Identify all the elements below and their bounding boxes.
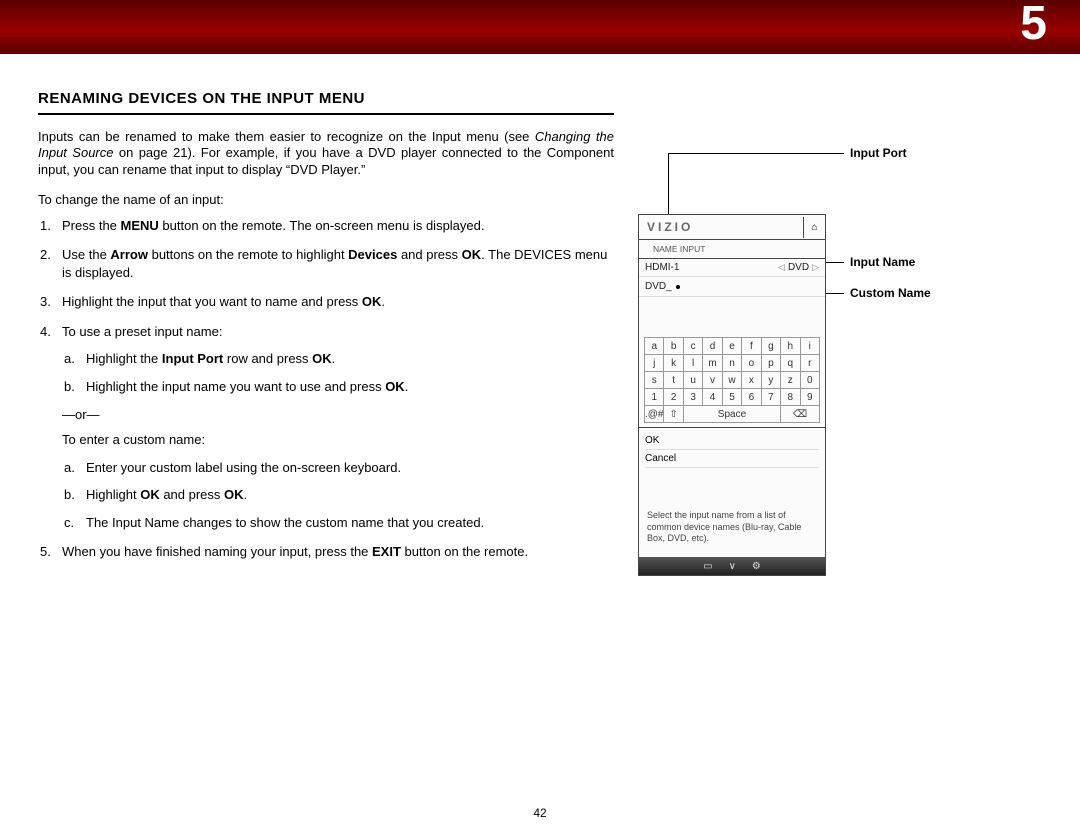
kbd-key: g xyxy=(761,338,780,355)
kbd-key: n xyxy=(722,355,741,372)
substep: Enter your custom label using the on-scr… xyxy=(62,459,614,477)
osd-ok: OK xyxy=(645,432,819,450)
callout-input-port: Input Port xyxy=(850,146,907,160)
callout-line xyxy=(668,153,669,215)
kbd-key: y xyxy=(761,372,780,389)
arrow-left-icon: ◁ xyxy=(778,262,785,273)
kbd-key: a xyxy=(645,338,664,355)
kbd-key: o xyxy=(742,355,761,372)
kbd-key: 3 xyxy=(683,389,702,406)
chapter-header: 5 xyxy=(0,0,1080,54)
step: Use the Arrow buttons on the remote to h… xyxy=(38,246,614,281)
wide-icon: ▭ xyxy=(703,561,712,572)
kbd-key: d xyxy=(703,338,722,355)
home-icon: ⌂ xyxy=(803,217,825,238)
osd-input-port-row: HDMI-1 ◁ DVD ▷ xyxy=(639,259,825,277)
osd-port-value: DVD xyxy=(788,262,809,273)
kbd-key: 5 xyxy=(722,389,741,406)
chapter-number: 5 xyxy=(1020,0,1048,51)
section-title: RENAMING DEVICES ON THE INPUT MENU xyxy=(38,90,614,107)
step: To use a preset input name: Highlight th… xyxy=(38,323,614,531)
kbd-key: i xyxy=(800,338,820,355)
intro-text: Inputs can be renamed to make them easie… xyxy=(38,129,535,144)
osd-custom-name-row: DVD_ xyxy=(639,277,825,297)
kbd-key: h xyxy=(781,338,800,355)
kbd-key: r xyxy=(800,355,820,372)
chevron-down-icon: ∨ xyxy=(729,561,736,572)
osd-titlebar: VIZIO ⌂ xyxy=(639,215,825,240)
or-separator: —or— xyxy=(62,406,614,424)
arrow-right-icon: ▷ xyxy=(812,262,819,273)
osd-keyboard: abcdefghi jklmnopqr stuvwxyz0 123456789 … xyxy=(644,337,820,423)
kbd-key: 0 xyxy=(800,372,820,389)
kbd-row: abcdefghi xyxy=(645,338,820,355)
kbd-symbols-key: .@# xyxy=(645,406,664,423)
kbd-key: 1 xyxy=(645,389,664,406)
text-column: RENAMING DEVICES ON THE INPUT MENU Input… xyxy=(38,90,626,573)
kbd-key: b xyxy=(664,338,683,355)
kbd-key: 6 xyxy=(742,389,761,406)
step: When you have finished naming your input… xyxy=(38,543,614,561)
kbd-key: e xyxy=(722,338,741,355)
substep: Highlight the Input Port row and press O… xyxy=(62,350,614,368)
kbd-key: q xyxy=(781,355,800,372)
substep: Highlight the input name you want to use… xyxy=(62,378,614,396)
callout-line xyxy=(668,153,844,154)
kbd-key: 7 xyxy=(761,389,780,406)
kbd-shift-key: ⇧ xyxy=(664,406,683,423)
page-number: 42 xyxy=(0,806,1080,820)
kbd-row: stuvwxyz0 xyxy=(645,372,820,389)
kbd-row: 123456789 xyxy=(645,389,820,406)
kbd-space-key: Space xyxy=(683,406,780,423)
kbd-key: 2 xyxy=(664,389,683,406)
kbd-key: l xyxy=(683,355,702,372)
osd-hint: Select the input name from a list of com… xyxy=(639,472,825,557)
kbd-key: u xyxy=(683,372,702,389)
step: Press the MENU button on the remote. The… xyxy=(38,217,614,235)
osd-actions: OK Cancel xyxy=(639,427,825,472)
section-rule xyxy=(38,113,614,115)
substeps: Highlight the Input Port row and press O… xyxy=(62,350,614,395)
kbd-key: x xyxy=(742,372,761,389)
kbd-backspace-key: ⌫ xyxy=(781,406,820,423)
kbd-key: c xyxy=(683,338,702,355)
kbd-key: t xyxy=(664,372,683,389)
kbd-key: 9 xyxy=(800,389,820,406)
kbd-key: w xyxy=(722,372,741,389)
callout-marker-icon xyxy=(676,285,680,289)
kbd-key: z xyxy=(781,372,800,389)
gear-icon: ⚙ xyxy=(752,561,761,572)
kbd-key: j xyxy=(645,355,664,372)
osd-menu: VIZIO ⌂ NAME INPUT HDMI-1 ◁ DVD ▷ DVD_ a… xyxy=(638,214,826,576)
procedure-lead: To change the name of an input: xyxy=(38,192,614,207)
kbd-key: p xyxy=(761,355,780,372)
kbd-row: .@# ⇧ Space ⌫ xyxy=(645,406,820,423)
kbd-key: v xyxy=(703,372,722,389)
osd-brand: VIZIO xyxy=(639,215,803,239)
step: Highlight the input that you want to nam… xyxy=(38,293,614,311)
osd-breadcrumb: NAME INPUT xyxy=(639,240,825,259)
kbd-key: 8 xyxy=(781,389,800,406)
custom-name-lead: To enter a custom name: xyxy=(62,431,614,449)
substeps: Enter your custom label using the on-scr… xyxy=(62,459,614,532)
substep: The Input Name changes to show the custo… xyxy=(62,514,614,532)
osd-custom-value: DVD_ xyxy=(645,281,672,292)
osd-footer: ▭ ∨ ⚙ xyxy=(639,557,825,575)
intro-paragraph: Inputs can be renamed to make them easie… xyxy=(38,129,614,178)
kbd-row: jklmnopqr xyxy=(645,355,820,372)
kbd-key: m xyxy=(703,355,722,372)
osd-port-label: HDMI-1 xyxy=(645,262,778,273)
kbd-key: f xyxy=(742,338,761,355)
kbd-key: 4 xyxy=(703,389,722,406)
figure-column: Input Port Input Name Custom Name VIZIO … xyxy=(626,90,1042,573)
callout-input-name: Input Name xyxy=(850,255,915,269)
callout-custom-name: Custom Name xyxy=(850,286,931,300)
procedure-steps: Press the MENU button on the remote. The… xyxy=(38,217,614,561)
substep: Highlight OK and press OK. xyxy=(62,486,614,504)
kbd-key: s xyxy=(645,372,664,389)
intro-text: on page 21). For example, if you have a … xyxy=(38,145,614,176)
kbd-key: k xyxy=(664,355,683,372)
osd-cancel: Cancel xyxy=(645,450,819,468)
